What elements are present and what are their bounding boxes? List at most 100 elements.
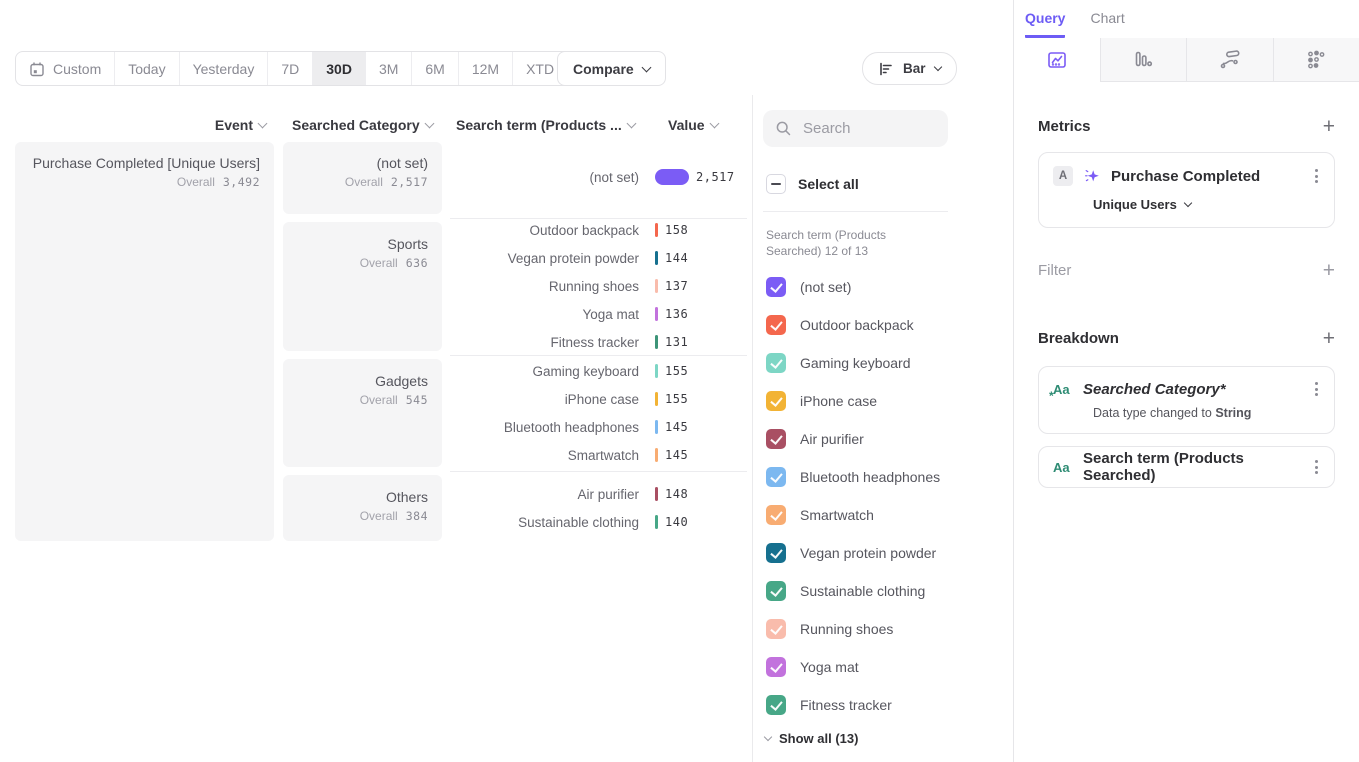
divider (763, 211, 948, 212)
column-header-value[interactable]: Value (668, 117, 718, 133)
measure-dropdown[interactable]: Unique Users (1093, 197, 1320, 212)
chevron-down-icon (641, 62, 651, 72)
report-type-retention[interactable] (1273, 38, 1359, 82)
date-range-6m[interactable]: 6M (411, 52, 457, 85)
add-metric-button[interactable]: + (1323, 120, 1335, 134)
tab-query[interactable]: Query (1025, 10, 1065, 38)
checkbox-checked[interactable] (766, 277, 786, 297)
legend-item[interactable]: Fitness tracker (766, 695, 1013, 715)
checkbox-checked[interactable] (766, 429, 786, 449)
checkbox-checked[interactable] (766, 657, 786, 677)
term-row: Fitness tracker 131 (450, 328, 747, 356)
checkbox-checked[interactable] (766, 391, 786, 411)
select-all-checkbox-indeterminate[interactable] (766, 174, 786, 194)
value-bar (655, 487, 658, 501)
tab-chart[interactable]: Chart (1090, 10, 1124, 38)
term-row: (not set) 2,517 (450, 163, 747, 191)
compare-button[interactable]: Compare (557, 51, 666, 86)
term-row: Vegan protein powder 144 (450, 244, 747, 272)
date-range-custom[interactable]: Custom (16, 52, 114, 85)
legend-item[interactable]: iPhone case (766, 391, 1013, 411)
checkbox-checked[interactable] (766, 619, 786, 639)
breakdown-section-title: Breakdown (1038, 330, 1119, 347)
legend-item[interactable]: (not set) (766, 277, 1013, 297)
event-name: Purchase Completed [Unique Users] (25, 155, 260, 172)
metric-event-name: Purchase Completed (1111, 168, 1260, 185)
metrics-section-title: Metrics (1038, 118, 1091, 135)
category-cell: (not set) Overall2,517 (283, 142, 442, 214)
category-cell: Sports Overall636 (283, 222, 442, 351)
checkbox-checked[interactable] (766, 581, 786, 601)
chevron-down-icon (764, 733, 772, 741)
chevron-down-icon (933, 63, 941, 71)
segment-search[interactable] (763, 110, 948, 147)
value-bar (655, 307, 658, 321)
legend-item[interactable]: Air purifier (766, 429, 1013, 449)
value-bar (655, 420, 658, 434)
add-breakdown-button[interactable]: + (1323, 332, 1335, 346)
select-all-row[interactable]: Select all (766, 174, 1013, 194)
legend-item[interactable]: Smartwatch (766, 505, 1013, 525)
search-icon (775, 120, 792, 137)
show-all-toggle[interactable]: Show all (13) (765, 731, 1013, 746)
breakdown-note: Data type changed to String (1093, 406, 1320, 420)
add-filter-button[interactable]: + (1323, 264, 1335, 278)
date-range-today[interactable]: Today (114, 52, 178, 85)
term-row: Sustainable clothing 140 (450, 508, 747, 536)
legend-item[interactable]: Sustainable clothing (766, 581, 1013, 601)
kebab-menu-icon[interactable] (1313, 380, 1320, 398)
date-range-3m[interactable]: 3M (365, 52, 411, 85)
legend-item[interactable]: Vegan protein powder (766, 543, 1013, 563)
segment-filter-panel: Select all Search term (Products Searche… (752, 95, 1013, 762)
chevron-down-icon (1184, 199, 1192, 207)
funnels-bars-icon (1131, 48, 1155, 72)
column-header-event[interactable]: Event (15, 117, 274, 133)
checkbox-checked[interactable] (766, 315, 786, 335)
checkbox-checked[interactable] (766, 543, 786, 563)
string-property-icon: Aa* (1053, 382, 1075, 397)
breakdown-property-name: Searched Category* (1083, 381, 1226, 398)
date-range-30d-selected[interactable]: 30D (312, 52, 365, 85)
chevron-down-icon (626, 119, 636, 129)
value-bar (655, 335, 658, 349)
metric-letter-badge: A (1053, 166, 1073, 186)
term-row: Yoga mat 136 (450, 300, 747, 328)
metric-card[interactable]: A Purchase Completed Unique Users (1038, 152, 1335, 228)
sparkle-icon (1083, 167, 1101, 185)
kebab-menu-icon[interactable] (1313, 167, 1320, 185)
checkbox-checked[interactable] (766, 467, 786, 487)
kebab-menu-icon[interactable] (1313, 458, 1320, 476)
breakdown-card[interactable]: Aa Search term (Products Searched) (1038, 446, 1335, 488)
search-input[interactable] (801, 119, 935, 138)
legend-item[interactable]: Outdoor backpack (766, 315, 1013, 335)
report-type-funnels[interactable] (1100, 38, 1187, 82)
insights-line-chart-icon (1045, 48, 1069, 72)
checkbox-checked[interactable] (766, 695, 786, 715)
legend-item[interactable]: Yoga mat (766, 657, 1013, 677)
report-type-insights-selected[interactable] (1014, 38, 1100, 82)
date-range-yesterday[interactable]: Yesterday (179, 52, 268, 85)
value-bar (655, 169, 689, 185)
filter-section-title: Filter (1038, 262, 1071, 279)
date-range-12m[interactable]: 12M (458, 52, 512, 85)
flows-icon (1218, 48, 1242, 72)
legend-item[interactable]: Bluetooth headphones (766, 467, 1013, 487)
checkbox-checked[interactable] (766, 505, 786, 525)
report-type-flows[interactable] (1186, 38, 1273, 82)
value-bar (655, 223, 658, 237)
legend-item[interactable]: Running shoes (766, 619, 1013, 639)
event-cell: Purchase Completed [Unique Users] Overal… (15, 142, 274, 541)
breakdown-card[interactable]: Aa* Searched Category* Data type changed… (1038, 366, 1335, 434)
column-header-search-term[interactable]: Search term (Products ... (456, 117, 635, 133)
date-range-selector[interactable]: Custom Today Yesterday 7D 30D 3M 6M 12M … (15, 51, 583, 86)
term-row: Outdoor backpack 158 (450, 216, 747, 244)
chart-type-dropdown[interactable]: Bar (862, 52, 957, 85)
date-range-7d[interactable]: 7D (267, 52, 312, 85)
chevron-down-icon (424, 119, 434, 129)
select-all-label: Select all (798, 176, 859, 192)
term-row: Smartwatch 145 (450, 441, 747, 469)
value-bar (655, 392, 658, 406)
checkbox-checked[interactable] (766, 353, 786, 373)
legend-item[interactable]: Gaming keyboard (766, 353, 1013, 373)
column-header-searched-category[interactable]: Searched Category (292, 117, 433, 133)
